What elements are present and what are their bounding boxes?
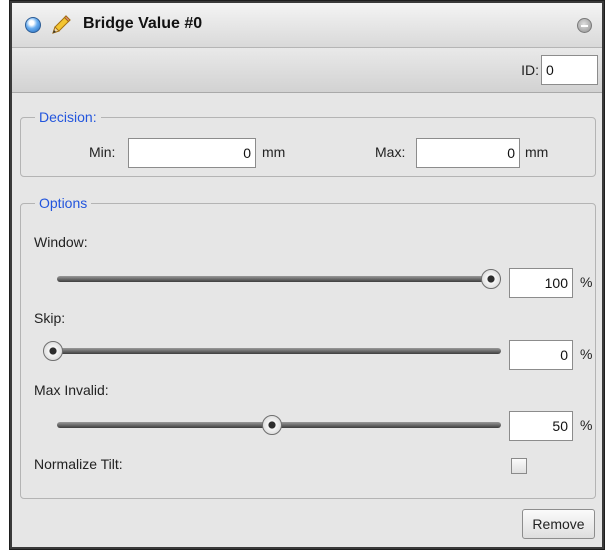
window-title: Bridge Value #0 — [83, 15, 203, 32]
collapse-minus-icon[interactable] — [577, 18, 592, 33]
remove-button[interactable]: Remove — [522, 509, 595, 539]
decision-group: Decision: Min: 0 mm Max: 0 mm — [20, 109, 596, 177]
max-invalid-slider[interactable] — [43, 414, 501, 436]
max-invalid-slider-knob[interactable] — [262, 415, 282, 435]
window-slider[interactable] — [43, 268, 501, 290]
bridge-value-window: Bridge Value #0 ID: 0 Decision: Min: 0 m… — [9, 0, 605, 550]
title-bar: Bridge Value #0 — [12, 3, 602, 48]
skip-unit: % — [580, 346, 593, 362]
max-input[interactable]: 0 — [416, 138, 520, 168]
window-input[interactable]: 100 — [509, 268, 573, 298]
min-input[interactable]: 0 — [128, 138, 256, 168]
skip-slider[interactable] — [43, 340, 501, 362]
max-invalid-unit: % — [580, 417, 593, 433]
pencil-icon[interactable] — [49, 13, 73, 37]
skip-input[interactable]: 0 — [509, 340, 573, 370]
window-label: Window: — [34, 234, 88, 250]
id-input[interactable]: 0 — [541, 55, 598, 85]
normalize-tilt-checkbox[interactable] — [511, 458, 527, 474]
max-invalid-label: Max Invalid: — [34, 382, 109, 398]
blue-orb-icon — [25, 17, 41, 33]
skip-slider-track[interactable] — [57, 348, 501, 354]
max-label: Max: — [375, 144, 406, 160]
max-invalid-input[interactable]: 50 — [509, 411, 573, 441]
window-slider-knob[interactable] — [481, 269, 501, 289]
max-unit: mm — [525, 144, 549, 160]
min-unit: mm — [262, 144, 286, 160]
window-unit: % — [580, 274, 593, 290]
id-bar: ID: 0 — [12, 48, 602, 93]
id-label: ID: — [521, 62, 539, 78]
options-group: Options Window: 100 % Skip: 0 % Max Inva… — [20, 195, 596, 499]
min-label: Min: — [89, 144, 116, 160]
skip-slider-knob[interactable] — [43, 341, 63, 361]
decision-legend: Decision: — [35, 109, 101, 125]
skip-label: Skip: — [34, 310, 66, 326]
normalize-tilt-label: Normalize Tilt: — [34, 456, 123, 472]
window-slider-track[interactable] — [57, 276, 501, 282]
options-legend: Options — [35, 195, 92, 211]
